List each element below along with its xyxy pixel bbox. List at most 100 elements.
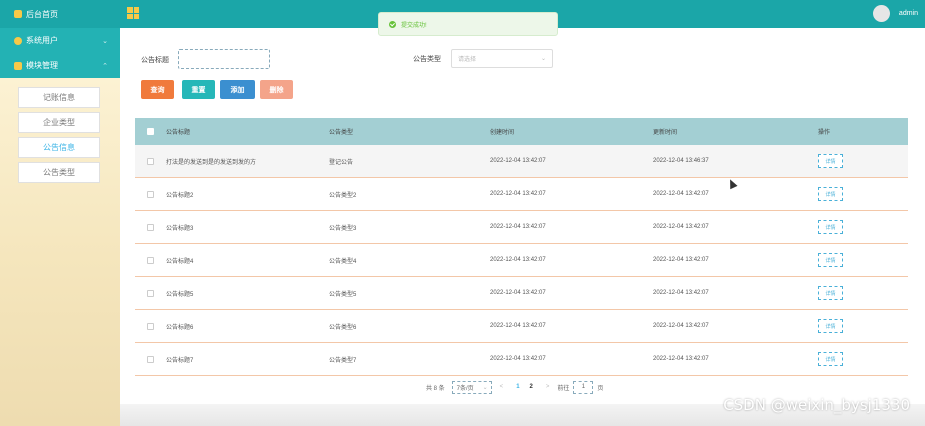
detail-button[interactable]: 详情 xyxy=(818,286,843,300)
cell-updated: 2022-12-04 13:42:07 xyxy=(653,290,709,296)
sidebar-home-label: 后台首页 xyxy=(26,9,58,19)
sidebar-group-users[interactable]: 系统用户 ⌄ xyxy=(0,28,120,53)
sidebar-item-label: 公告信息 xyxy=(43,143,75,152)
row-checkbox[interactable] xyxy=(147,355,154,363)
detail-button[interactable]: 详情 xyxy=(818,154,843,168)
avatar[interactable] xyxy=(873,5,890,22)
query-button[interactable]: 查询 xyxy=(141,80,174,99)
add-button[interactable]: 添加 xyxy=(220,80,255,99)
cell-updated: 2022-12-04 13:42:07 xyxy=(653,257,709,263)
sidebar-item-announcements[interactable]: 公告信息 xyxy=(18,137,100,158)
username[interactable]: admin xyxy=(899,10,918,17)
detail-button[interactable]: 详情 xyxy=(818,220,843,234)
header-actions: 操作 xyxy=(818,130,831,136)
cell-type: 公告类型4 xyxy=(329,258,357,265)
sidebar-item-label: 记账信息 xyxy=(43,93,75,102)
cell-created: 2022-12-04 13:42:07 xyxy=(490,290,546,296)
table-row: 公告标题3 公告类型3 2022-12-04 13:42:07 2022-12-… xyxy=(135,211,908,244)
sidebar-group-modules[interactable]: 模块管理 ⌃ xyxy=(0,53,120,78)
page-2-button[interactable]: 2 xyxy=(530,384,533,390)
cell-created: 2022-12-04 13:42:07 xyxy=(490,158,546,164)
delete-button[interactable]: 删除 xyxy=(260,80,293,99)
select-all-checkbox[interactable] xyxy=(147,128,154,135)
type-select[interactable]: 请选择 ⌄ xyxy=(451,49,553,68)
row-checkbox[interactable] xyxy=(147,289,154,297)
table-header: 公告标题 公告类型 创建时间 更新时间 操作 xyxy=(135,118,908,145)
cell-title: 公告标题7 xyxy=(166,357,194,364)
chevron-down-icon: ⌄ xyxy=(102,37,108,45)
page-size-select[interactable]: 7条/页 ⌄ xyxy=(451,380,492,394)
row-checkbox[interactable] xyxy=(147,322,154,330)
cell-type: 公告类型5 xyxy=(329,291,357,298)
cell-title: 公告标题3 xyxy=(166,225,194,232)
cell-title: 公告标题5 xyxy=(166,291,194,298)
table-row: 公告标题6 公告类型6 2022-12-04 13:42:07 2022-12-… xyxy=(135,310,908,343)
cell-title: 公告标题6 xyxy=(166,324,194,331)
detail-button[interactable]: 详情 xyxy=(818,352,843,366)
next-page-button[interactable]: > xyxy=(546,384,550,390)
header-title[interactable]: 公告标题 xyxy=(166,127,329,136)
detail-button[interactable]: 详情 xyxy=(818,187,843,201)
cell-type: 公告类型2 xyxy=(329,192,357,199)
goto-page-input[interactable]: 1 xyxy=(573,380,594,394)
table-row: 公告标题5 公告类型5 2022-12-04 13:42:07 2022-12-… xyxy=(135,277,908,310)
goto-page-value: 1 xyxy=(581,384,586,390)
sidebar-submenu: 记账信息 企业类型 公告信息 公告类型 xyxy=(0,78,120,188)
cell-type: 公告类型6 xyxy=(329,324,357,331)
sidebar-item-accounting[interactable]: 记账信息 xyxy=(18,87,100,108)
watermark: CSDN @weixin_bysj1330 xyxy=(723,396,910,414)
detail-button[interactable]: 详情 xyxy=(818,319,843,333)
check-circle-icon xyxy=(389,20,396,28)
cell-title: 公告标题2 xyxy=(166,192,194,199)
home-icon xyxy=(14,10,22,18)
cell-updated: 2022-12-04 13:46:37 xyxy=(653,158,709,164)
user-icon xyxy=(14,36,22,45)
row-checkbox[interactable] xyxy=(147,256,154,264)
detail-button[interactable]: 详情 xyxy=(818,253,843,267)
header-type[interactable]: 公告类型 xyxy=(329,127,490,136)
cell-title: 公告标题4 xyxy=(166,258,194,265)
table-row: 公告标题4 公告类型4 2022-12-04 13:42:07 2022-12-… xyxy=(135,244,908,277)
goto-label: 前往 xyxy=(557,385,570,392)
total-count: 共 8 条 xyxy=(426,385,445,392)
row-checkbox[interactable] xyxy=(147,223,154,231)
prev-page-button[interactable]: < xyxy=(500,384,504,390)
page-size-value: 7条/页 xyxy=(456,385,474,392)
header-created[interactable]: 创建时间 xyxy=(490,127,653,136)
chevron-down-icon: ⌄ xyxy=(482,384,488,391)
cell-updated: 2022-12-04 13:42:07 xyxy=(653,191,709,197)
cell-title: 打法是的发送到是的发送到发的方 xyxy=(166,159,257,166)
success-toast: 提交成功! xyxy=(378,12,558,36)
row-checkbox[interactable] xyxy=(147,157,154,165)
cell-created: 2022-12-04 13:42:07 xyxy=(490,224,546,230)
pagination: 共 8 条 7条/页 ⌄ < 1 2 > 前往 1 页 xyxy=(426,380,603,394)
title-search-input[interactable] xyxy=(178,49,270,69)
cell-created: 2022-12-04 13:42:07 xyxy=(490,323,546,329)
header-updated[interactable]: 更新时间 xyxy=(653,127,818,136)
page-unit-label: 页 xyxy=(597,385,604,392)
cell-type: 公告类型3 xyxy=(329,225,357,232)
cell-created: 2022-12-04 13:42:07 xyxy=(490,257,546,263)
cell-type: 登记公告 xyxy=(329,159,354,166)
cell-created: 2022-12-04 13:42:07 xyxy=(490,191,546,197)
table-row: 公告标题2 公告类型2 2022-12-04 13:42:07 2022-12-… xyxy=(135,178,908,211)
sidebar-group-label: 模块管理 xyxy=(26,61,58,70)
page-1-button[interactable]: 1 xyxy=(516,384,519,390)
row-checkbox[interactable] xyxy=(147,190,154,198)
module-icon xyxy=(14,61,22,70)
sidebar-home[interactable]: 后台首页 xyxy=(0,0,120,28)
sidebar-item-label: 企业类型 xyxy=(43,118,75,127)
sidebar-item-company-type[interactable]: 企业类型 xyxy=(18,112,100,133)
table-row: 打法是的发送到是的发送到发的方 登记公告 2022-12-04 13:42:07… xyxy=(135,145,908,178)
reset-button[interactable]: 重置 xyxy=(182,80,215,99)
chevron-up-icon: ⌃ xyxy=(102,62,108,70)
sidebar-item-announcement-type[interactable]: 公告类型 xyxy=(18,162,100,183)
cell-updated: 2022-12-04 13:42:07 xyxy=(653,224,709,230)
toast-message: 提交成功! xyxy=(401,22,427,29)
type-search-label: 公告类型 xyxy=(413,56,441,63)
sidebar-group-label: 系统用户 xyxy=(26,36,58,45)
menu-grid-icon[interactable] xyxy=(127,7,139,19)
sidebar: 后台首页 系统用户 ⌄ 模块管理 ⌃ 记账信息 企业类型 公告信息 公告类型 xyxy=(0,0,120,426)
cell-updated: 2022-12-04 13:42:07 xyxy=(653,356,709,362)
chevron-down-icon: ⌄ xyxy=(540,56,546,62)
